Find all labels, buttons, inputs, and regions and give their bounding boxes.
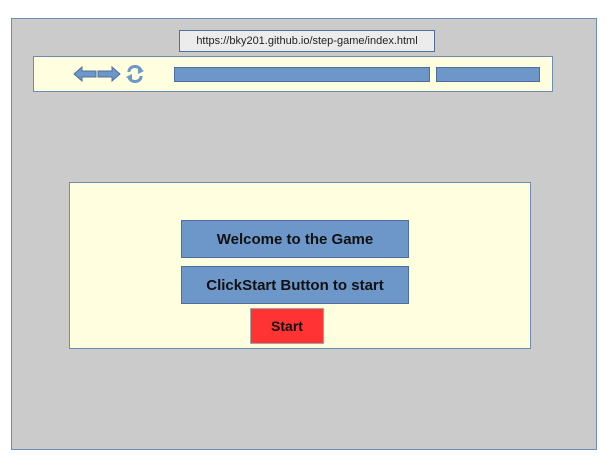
browser-toolbar xyxy=(33,56,553,92)
start-button[interactable]: Start xyxy=(250,308,324,344)
forward-arrow-icon[interactable] xyxy=(97,65,121,83)
address-bar[interactable] xyxy=(174,67,430,82)
back-arrow-icon[interactable] xyxy=(73,65,97,83)
url-display[interactable]: https://bky201.github.io/step-game/index… xyxy=(179,30,435,52)
welcome-label: Welcome to the Game xyxy=(181,220,409,258)
frame-top-divider xyxy=(165,18,441,19)
search-bar[interactable] xyxy=(436,67,540,82)
refresh-icon[interactable] xyxy=(125,65,145,83)
game-panel: Welcome to the Game ClickStart Button to… xyxy=(69,182,531,349)
instruction-label: ClickStart Button to start xyxy=(181,266,409,304)
